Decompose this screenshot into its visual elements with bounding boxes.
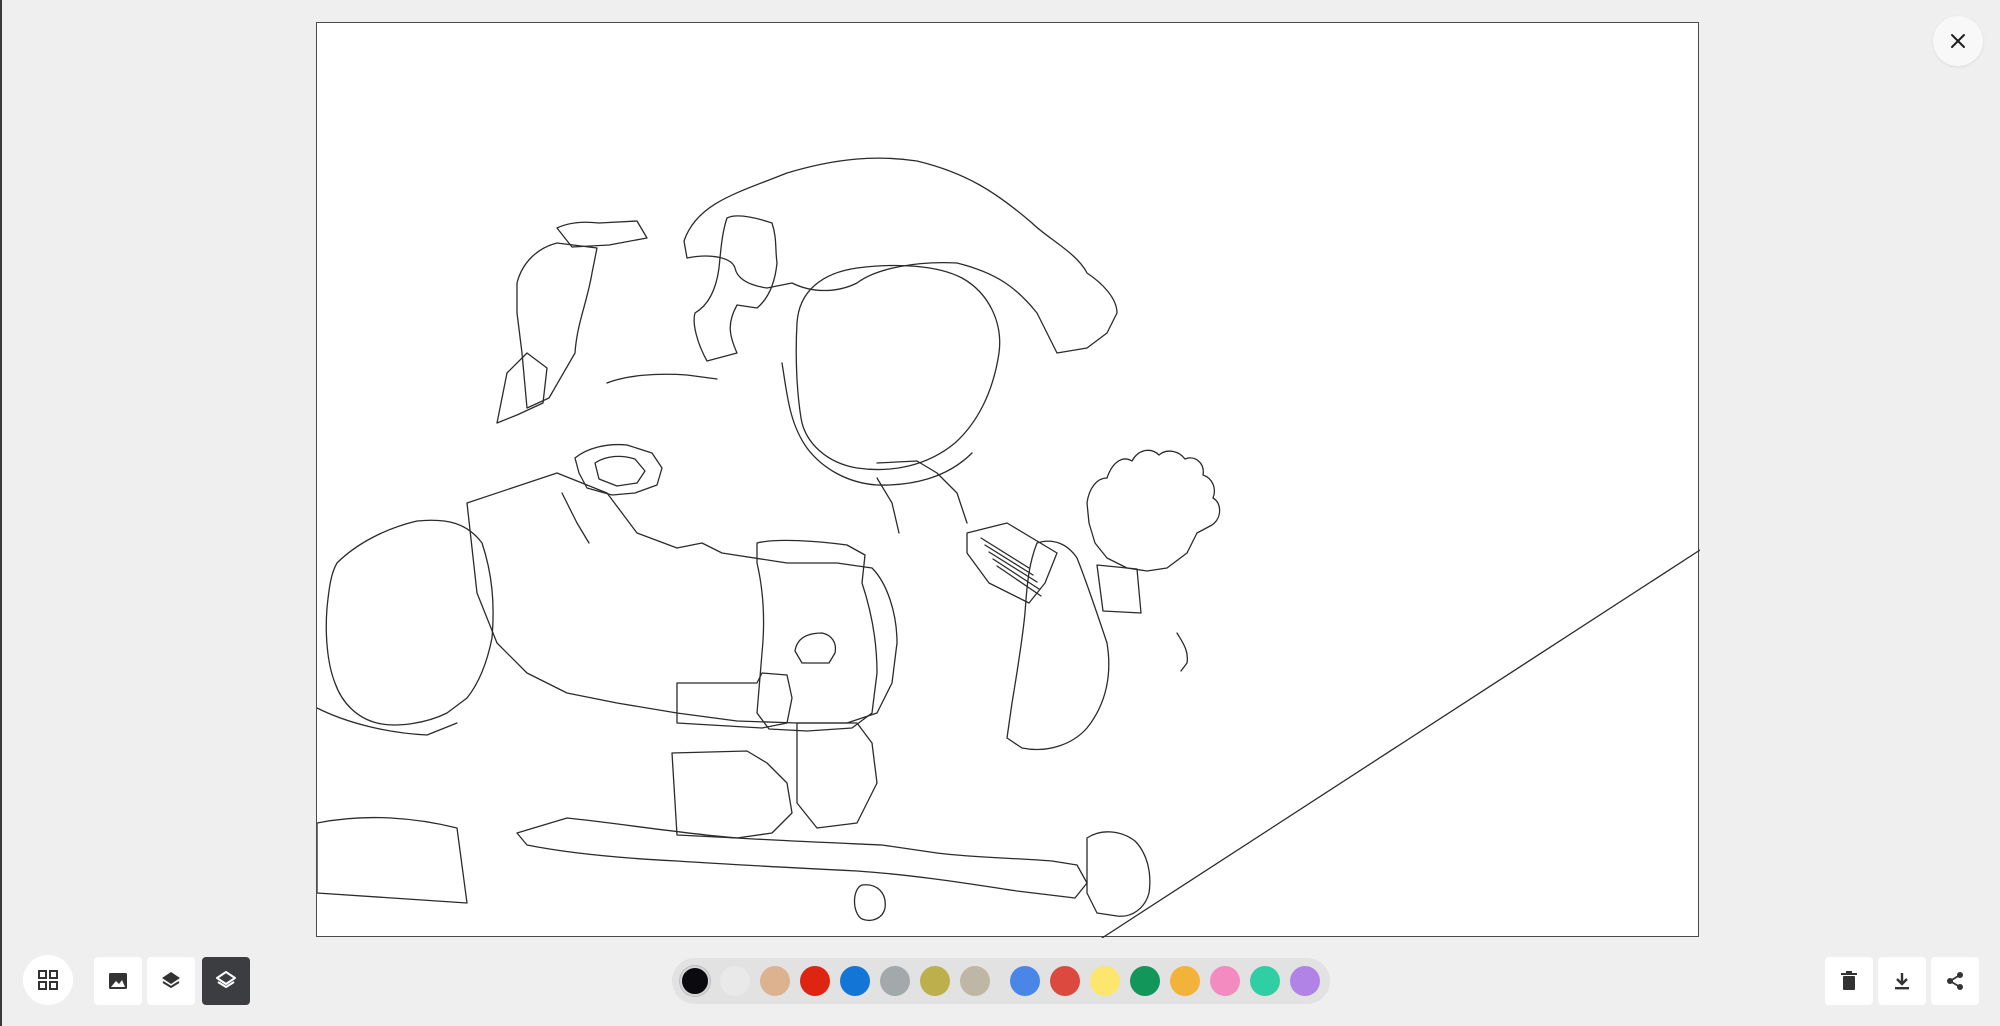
- left-arm: [325, 519, 494, 726]
- color-swatch[interactable]: [680, 966, 710, 996]
- color-swatch[interactable]: [1090, 966, 1120, 996]
- body-line-4: [561, 492, 590, 544]
- trash-icon: [1841, 971, 1857, 990]
- coloring-canvas[interactable]: [316, 22, 1700, 938]
- share-icon: [1947, 972, 1963, 990]
- color-swatch[interactable]: [760, 966, 790, 996]
- color-swatch[interactable]: [840, 966, 870, 996]
- color-swatch[interactable]: [1050, 966, 1080, 996]
- image-icon: [109, 973, 127, 989]
- hose: [516, 817, 1088, 899]
- chest-ring: [794, 632, 837, 664]
- torso: [466, 472, 898, 724]
- helmet-visor: [795, 264, 1001, 471]
- color-swatch[interactable]: [1170, 966, 1200, 996]
- glove-raised: [1086, 449, 1221, 572]
- astronaut-line-art[interactable]: [317, 23, 1700, 938]
- horizon-line: [1101, 549, 1700, 938]
- backpack-frame: [516, 242, 598, 409]
- body-line-3: [876, 477, 900, 534]
- layers-button[interactable]: [147, 957, 195, 1005]
- color-swatch[interactable]: [1130, 966, 1160, 996]
- delete-button[interactable]: [1825, 957, 1873, 1005]
- layers-outline-button[interactable]: [202, 957, 250, 1005]
- hose-connector: [853, 884, 886, 922]
- helmet-rim: [781, 362, 973, 486]
- body-line-1: [606, 373, 718, 384]
- window-edge: [0, 0, 2, 1026]
- backpack-upper: [556, 220, 648, 248]
- layers-outline-icon: [216, 971, 236, 988]
- glove-lower: [1086, 831, 1151, 917]
- backpack-side: [496, 352, 548, 424]
- grid-icon: [38, 970, 58, 990]
- gallery-button[interactable]: [23, 955, 73, 1005]
- shoulder-patch-left: [574, 443, 663, 496]
- glove-strap: [1176, 632, 1189, 672]
- close-icon: [1951, 34, 1965, 48]
- color-swatch[interactable]: [1010, 966, 1040, 996]
- download-icon: [1895, 973, 1909, 990]
- shoulder-patch-left-inner: [594, 455, 646, 487]
- layers-icon: [162, 972, 180, 989]
- color-swatch[interactable]: [1290, 966, 1320, 996]
- left-lower-arm: [317, 816, 468, 904]
- tool-bar-3: [796, 722, 878, 829]
- helmet-left-cap: [693, 215, 778, 362]
- tool-bar-2: [671, 750, 793, 839]
- image-button[interactable]: [94, 957, 142, 1005]
- color-swatch[interactable]: [1210, 966, 1240, 996]
- flag-stripes: [980, 537, 1042, 597]
- helmet-shell: [683, 157, 1118, 354]
- wrist-cuff: [1096, 564, 1142, 614]
- chest-box: [756, 539, 878, 732]
- share-button[interactable]: [1931, 957, 1979, 1005]
- color-swatch[interactable]: [1250, 966, 1280, 996]
- color-swatch[interactable]: [800, 966, 830, 996]
- body-line-2: [876, 460, 968, 524]
- flag-patch: [966, 522, 1058, 604]
- color-swatch[interactable]: [880, 966, 910, 996]
- color-swatch[interactable]: [720, 966, 750, 996]
- color-palette: [672, 958, 1330, 1004]
- left-arm-cuff: [317, 707, 458, 736]
- tool-bar-1: [676, 672, 793, 729]
- close-button[interactable]: [1933, 16, 1983, 66]
- color-swatch[interactable]: [920, 966, 950, 996]
- color-swatch[interactable]: [960, 966, 990, 996]
- download-button[interactable]: [1878, 957, 1926, 1005]
